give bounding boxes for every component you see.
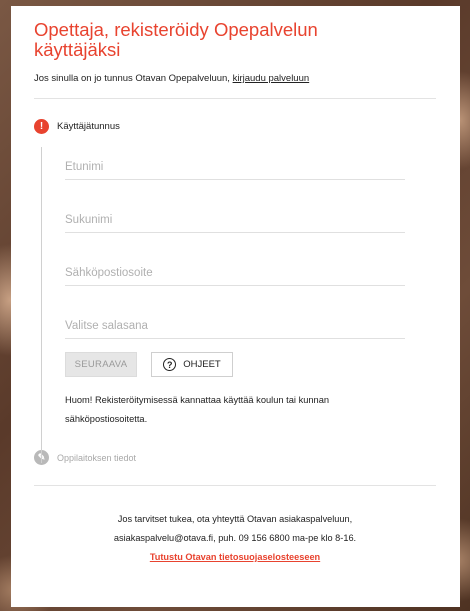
first-name-field: [65, 134, 405, 187]
login-prompt-text: Jos sinulla on jo tunnus Otavan Opepalve…: [34, 73, 233, 84]
step-timeline: [41, 147, 42, 463]
help-button[interactable]: ? OHJEET: [151, 352, 233, 377]
step-school-info-label: Oppilaitoksen tiedot: [57, 452, 137, 463]
support-text-line2: asiakaspalvelu@otava.fi, puh. 09 156 680…: [113, 533, 357, 543]
page-title: Opettaja, rekisteröidy Opepalvelun käytt…: [34, 19, 318, 60]
help-button-label: OHJEET: [183, 359, 221, 370]
email-note: Huom! Rekisteröitymisessä kannattaa käyt…: [65, 395, 330, 424]
login-prompt: Jos sinulla on jo tunnus Otavan Opepalve…: [34, 73, 436, 84]
registration-form: SEURAAVA ? OHJEET Huom! Rekisteröitymise…: [65, 134, 405, 429]
divider: [34, 98, 436, 99]
step-school-info[interactable]: ✎ Oppilaitoksen tiedot: [34, 450, 436, 465]
next-button[interactable]: SEURAAVA: [65, 352, 137, 377]
privacy-policy-link[interactable]: Tutustu Otavan tietosuojaselosteeseen: [34, 548, 436, 567]
last-name-field: [65, 187, 405, 240]
support-footer: Jos tarvitset tukea, ota yhteyttä Otavan…: [34, 510, 436, 567]
email-input[interactable]: [65, 267, 405, 286]
form-buttons: SEURAAVA ? OHJEET: [65, 352, 405, 377]
registration-steps: ! Käyttäjätunnus SEURAAVA ? OHJEET: [34, 119, 436, 465]
alert-icon: !: [34, 119, 49, 134]
email-field: [65, 240, 405, 293]
password-field: [65, 293, 405, 346]
question-icon: ?: [163, 358, 177, 371]
step-username-label: Käyttäjätunnus: [57, 121, 120, 132]
first-name-input[interactable]: [65, 161, 405, 180]
password-input[interactable]: [65, 320, 405, 339]
divider: [34, 485, 436, 486]
registration-card: Opettaja, rekisteröidy Opepalvelun käytt…: [11, 6, 460, 607]
login-link[interactable]: kirjaudu palveluun: [233, 73, 310, 84]
last-name-input[interactable]: [65, 214, 405, 233]
step-username: ! Käyttäjätunnus: [34, 119, 436, 134]
support-text-line1: Jos tarvitset tukea, ota yhteyttä Otavan…: [117, 514, 353, 524]
